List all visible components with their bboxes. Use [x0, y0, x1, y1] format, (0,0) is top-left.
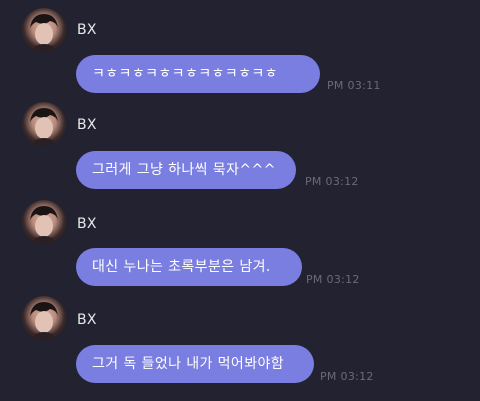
message-bubble[interactable]: 대신 누나는 초록부분은 남겨.: [76, 248, 302, 286]
message-timestamp: PM 03:12: [320, 370, 374, 383]
chat-message-list[interactable]: BX ㅋㅎㅋㅎㅋㅎㅋㅎㅋㅎㅋㅎㅋㅎ PM 03:11 BX 그러게 그냥 하나씩…: [0, 0, 480, 401]
sender-name: BX: [77, 216, 97, 232]
sender-name: BX: [77, 312, 97, 328]
sender-name: BX: [77, 22, 97, 38]
message-bubble[interactable]: ㅋㅎㅋㅎㅋㅎㅋㅎㅋㅎㅋㅎㅋㅎ: [76, 55, 320, 93]
avatar-photo-icon: [30, 108, 58, 146]
avatar[interactable]: [22, 8, 66, 52]
message-timestamp: PM 03:12: [305, 175, 359, 188]
avatar[interactable]: [22, 296, 66, 340]
message-timestamp: PM 03:11: [327, 79, 381, 92]
message-bubble[interactable]: 그거 독 들었나 내가 먹어봐야함: [76, 345, 314, 383]
sender-name: BX: [77, 117, 97, 133]
avatar[interactable]: [22, 102, 66, 146]
message-bubble[interactable]: 그러게 그냥 하나씩 묵자^^^: [76, 151, 296, 189]
avatar-photo-icon: [30, 14, 58, 52]
avatar-photo-icon: [30, 302, 58, 340]
message-timestamp: PM 03:12: [306, 273, 360, 286]
avatar-photo-icon: [30, 206, 58, 244]
avatar[interactable]: [22, 200, 66, 244]
